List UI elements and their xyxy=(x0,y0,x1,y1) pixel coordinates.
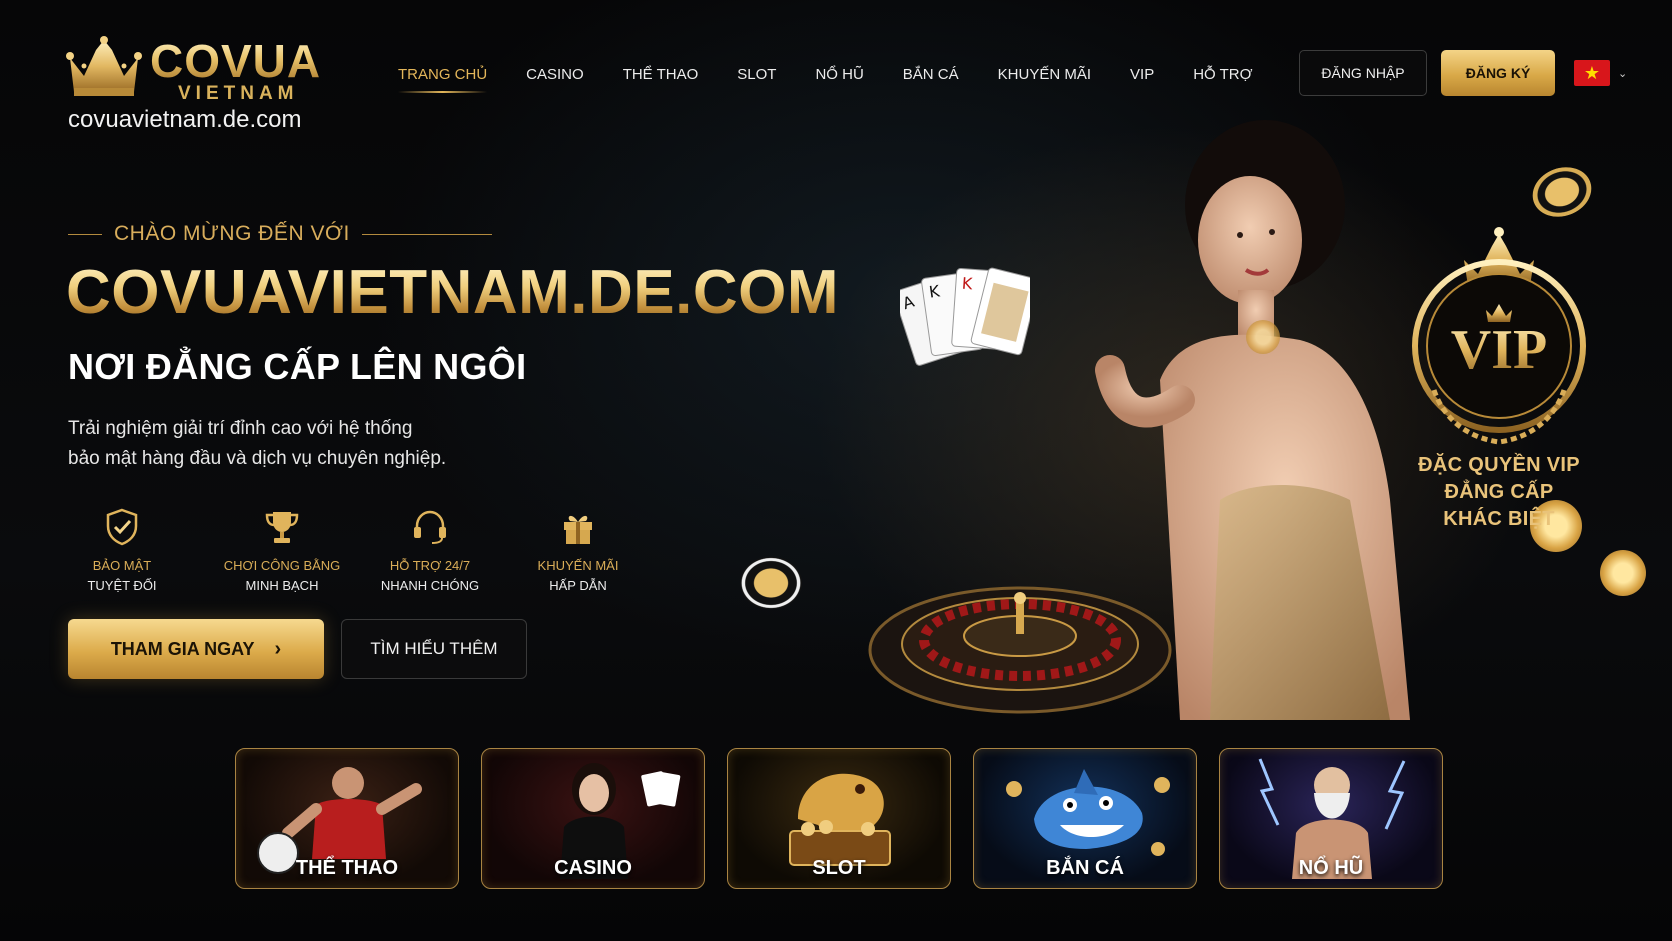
hero-subtitle: NƠI ĐẲNG CẤP LÊN NGÔI xyxy=(68,346,527,387)
vietnam-flag-icon: ★ xyxy=(1574,60,1610,86)
login-button[interactable]: ĐĂNG NHẬP xyxy=(1299,50,1427,96)
category-label: CASINO xyxy=(554,857,632,879)
site-logo[interactable]: COVUA VIETNAM covuavietnam.de.com xyxy=(64,36,334,136)
vip-badge-text: VIP xyxy=(1451,319,1547,381)
join-now-button[interactable]: THAM GIA NGAY › xyxy=(68,619,324,679)
shield-check-icon xyxy=(106,508,138,546)
category-label: SLOT xyxy=(812,857,866,879)
hero-title: COVUAVIETNAM.DE.COM xyxy=(66,258,840,327)
trophy-icon xyxy=(265,512,299,543)
gift-icon xyxy=(564,515,592,544)
playing-cards-icon: A K K xyxy=(900,267,1030,366)
logo-brand-top: COVUA xyxy=(150,35,322,87)
model-illustration xyxy=(1095,120,1410,720)
category-label: NỔ HŨ xyxy=(1298,857,1364,879)
headset-icon xyxy=(414,510,446,544)
feature-title: BẢO MẬT xyxy=(92,558,152,573)
nav-item-trang-chu[interactable]: TRANG CHỦ xyxy=(398,66,488,93)
feature-subtitle: NHANH CHÓNG xyxy=(380,578,480,593)
feature-title: KHUYẾN MÃI xyxy=(537,558,619,573)
hero-description: Trải nghiệm giải trí đỉnh cao với hệ thố… xyxy=(68,414,508,474)
chevron-down-icon: ⌄ xyxy=(1618,67,1628,80)
chevron-right-icon: › xyxy=(274,637,282,660)
casino-chip-icon xyxy=(740,556,802,610)
feature-subtitle: TUYỆT ĐỐI xyxy=(87,578,157,593)
feature-title: CHƠI CÔNG BẰNG xyxy=(223,558,341,573)
nav-item-ban-ca[interactable]: BẮN CÁ xyxy=(903,66,959,83)
main-nav: TRANG CHỦ CASINO THỂ THAO SLOT NỔ HŨ BẮN… xyxy=(398,66,1291,93)
welcome-heading: CHÀO MỪNG ĐẾN VỚI xyxy=(68,222,492,246)
feature-title: HỖ TRỢ 24/7 xyxy=(389,558,471,573)
feature-item: HỖ TRỢ 24/7 NHANH CHÓNG xyxy=(374,506,486,593)
hero-description-line: bảo mật hàng đầu và dịch vụ chuyên nghiệ… xyxy=(68,448,447,469)
logo-domain: covuavietnam.de.com xyxy=(68,106,302,133)
nav-item-casino[interactable]: CASINO xyxy=(526,66,584,83)
divider xyxy=(361,233,492,235)
feature-item: BẢO MẬT TUYỆT ĐỐI xyxy=(70,506,174,593)
nav-item-no-hu[interactable]: NỔ HŨ xyxy=(815,66,863,83)
learn-more-button[interactable]: TÌM HIỂU THÊM xyxy=(341,619,527,679)
vip-tagline-line: KHÁC BIỆT xyxy=(1443,508,1555,530)
vip-tagline-line: ĐẶC QUYỀN VIP xyxy=(1418,454,1580,476)
vip-tagline-line: ĐẲNG CẤP xyxy=(1444,481,1554,503)
category-label: BẮN CÁ xyxy=(1046,857,1124,879)
category-card-slot[interactable]: SLOT xyxy=(727,748,951,889)
feature-item: KHUYẾN MÃI HẤP DẪN xyxy=(528,506,628,593)
category-card-ban-ca[interactable]: BẮN CÁ xyxy=(973,748,1197,889)
category-card-no-hu[interactable]: NỔ HŨ xyxy=(1219,748,1443,889)
divider xyxy=(68,233,102,235)
join-now-label: THAM GIA NGAY xyxy=(110,638,255,659)
svg-text:K: K xyxy=(961,274,973,294)
nav-item-slot[interactable]: SLOT xyxy=(737,66,776,83)
gold-coin-icon xyxy=(1600,550,1646,596)
crown-icon xyxy=(66,36,142,96)
feature-list: BẢO MẬT TUYỆT ĐỐI CHƠI CÔNG BẰNG MINH BẠ… xyxy=(70,506,628,593)
category-card-the-thao[interactable]: THỂ THAO xyxy=(235,748,459,889)
feature-subtitle: HẤP DẪN xyxy=(549,578,607,593)
nav-item-vip[interactable]: VIP xyxy=(1130,66,1154,83)
nav-item-ho-tro[interactable]: HỖ TRỢ xyxy=(1193,66,1252,83)
register-button[interactable]: ĐĂNG KÝ xyxy=(1441,50,1555,96)
gold-coin-icon xyxy=(1246,320,1280,354)
vip-tagline: ĐẶC QUYỀN VIP ĐẲNG CẤP KHÁC BIỆT xyxy=(1394,452,1604,533)
logo-brand-bottom: VIETNAM xyxy=(178,83,299,104)
nav-item-the-thao[interactable]: THỂ THAO xyxy=(623,66,699,83)
hero-description-line: Trải nghiệm giải trí đỉnh cao với hệ thố… xyxy=(68,418,413,439)
category-card-casino[interactable]: CASINO xyxy=(481,748,705,889)
language-selector[interactable]: ★ ⌄ xyxy=(1574,60,1632,86)
category-list: THỂ THAO CASINO SLOT BẮN CÁ NỔ HŨ xyxy=(235,748,1443,889)
category-label: THỂ THAO xyxy=(295,857,399,879)
welcome-text: CHÀO MỪNG ĐẾN VỚI xyxy=(114,222,350,245)
feature-subtitle: MINH BẠCH xyxy=(245,578,319,593)
nav-item-khuyen-mai[interactable]: KHUYẾN MÃI xyxy=(998,66,1091,83)
feature-item: CHƠI CÔNG BẰNG MINH BẠCH xyxy=(218,506,346,593)
page: COVUA VIETNAM covuavietnam.de.com TRANG … xyxy=(0,0,1672,941)
